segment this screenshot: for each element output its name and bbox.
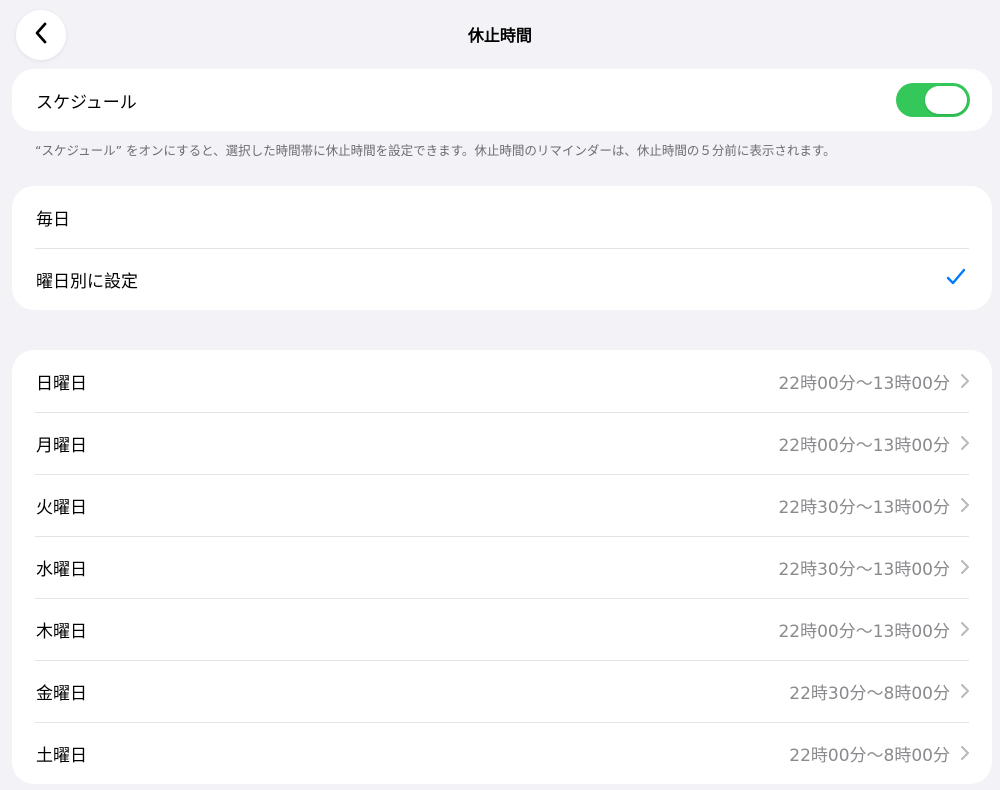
schedule-label: スケジュール	[36, 92, 137, 113]
chevron-right-icon	[960, 435, 970, 451]
day-label: 火曜日	[36, 497, 87, 518]
mode-option-label: 毎日	[36, 209, 70, 230]
day-label: 日曜日	[36, 373, 87, 394]
day-label: 金曜日	[36, 683, 87, 704]
day-label: 土曜日	[36, 745, 87, 766]
chevron-right-icon	[960, 745, 970, 761]
day-time-range: 22時30分～13時00分	[778, 497, 950, 518]
page-title: 休止時間	[467, 26, 532, 45]
day-row-tuesday[interactable]: 火曜日 22時30分～13時00分	[12, 474, 992, 536]
day-row-sunday[interactable]: 日曜日 22時00分～13時00分	[12, 350, 992, 412]
checkmark-icon	[946, 268, 966, 291]
toggle-knob	[925, 86, 967, 114]
day-label: 水曜日	[36, 559, 87, 580]
days-card: 日曜日 22時00分～13時00分 月曜日 22時00分～13時00分 火曜日 …	[12, 350, 992, 784]
chevron-right-icon	[960, 497, 970, 513]
schedule-toggle[interactable]	[896, 83, 970, 117]
day-time-range: 22時30分～8時00分	[789, 683, 950, 704]
day-time-range: 22時00分～8時00分	[789, 745, 950, 766]
day-time-range: 22時00分～13時00分	[778, 621, 950, 642]
mode-card: 毎日 曜日別に設定	[12, 186, 992, 310]
day-time-range: 22時00分～13時00分	[778, 435, 950, 456]
day-row-thursday[interactable]: 木曜日 22時00分～13時00分	[12, 598, 992, 660]
mode-option-label: 曜日別に設定	[36, 271, 138, 292]
mode-option-per-day[interactable]: 曜日別に設定	[12, 248, 992, 310]
day-time-range: 22時30分～13時00分	[778, 559, 950, 580]
day-row-wednesday[interactable]: 水曜日 22時30分～13時00分	[12, 536, 992, 598]
day-time-range: 22時00分～13時00分	[778, 373, 950, 394]
day-row-friday[interactable]: 金曜日 22時30分～8時00分	[12, 660, 992, 722]
schedule-card: スケジュール	[12, 69, 992, 131]
chevron-right-icon	[960, 683, 970, 699]
chevron-right-icon	[960, 621, 970, 637]
mode-option-everyday[interactable]: 毎日	[12, 186, 992, 248]
day-row-saturday[interactable]: 土曜日 22時00分～8時00分	[12, 722, 992, 784]
day-label: 月曜日	[36, 435, 87, 456]
day-row-monday[interactable]: 月曜日 22時00分～13時00分	[12, 412, 992, 474]
schedule-footnote: “スケジュール” をオンにすると、選択した時間帯に休止時間を設定できます。休止時…	[35, 143, 836, 158]
chevron-right-icon	[960, 559, 970, 575]
day-label: 木曜日	[36, 621, 87, 642]
chevron-right-icon	[960, 373, 970, 389]
schedule-row: スケジュール	[12, 69, 992, 131]
